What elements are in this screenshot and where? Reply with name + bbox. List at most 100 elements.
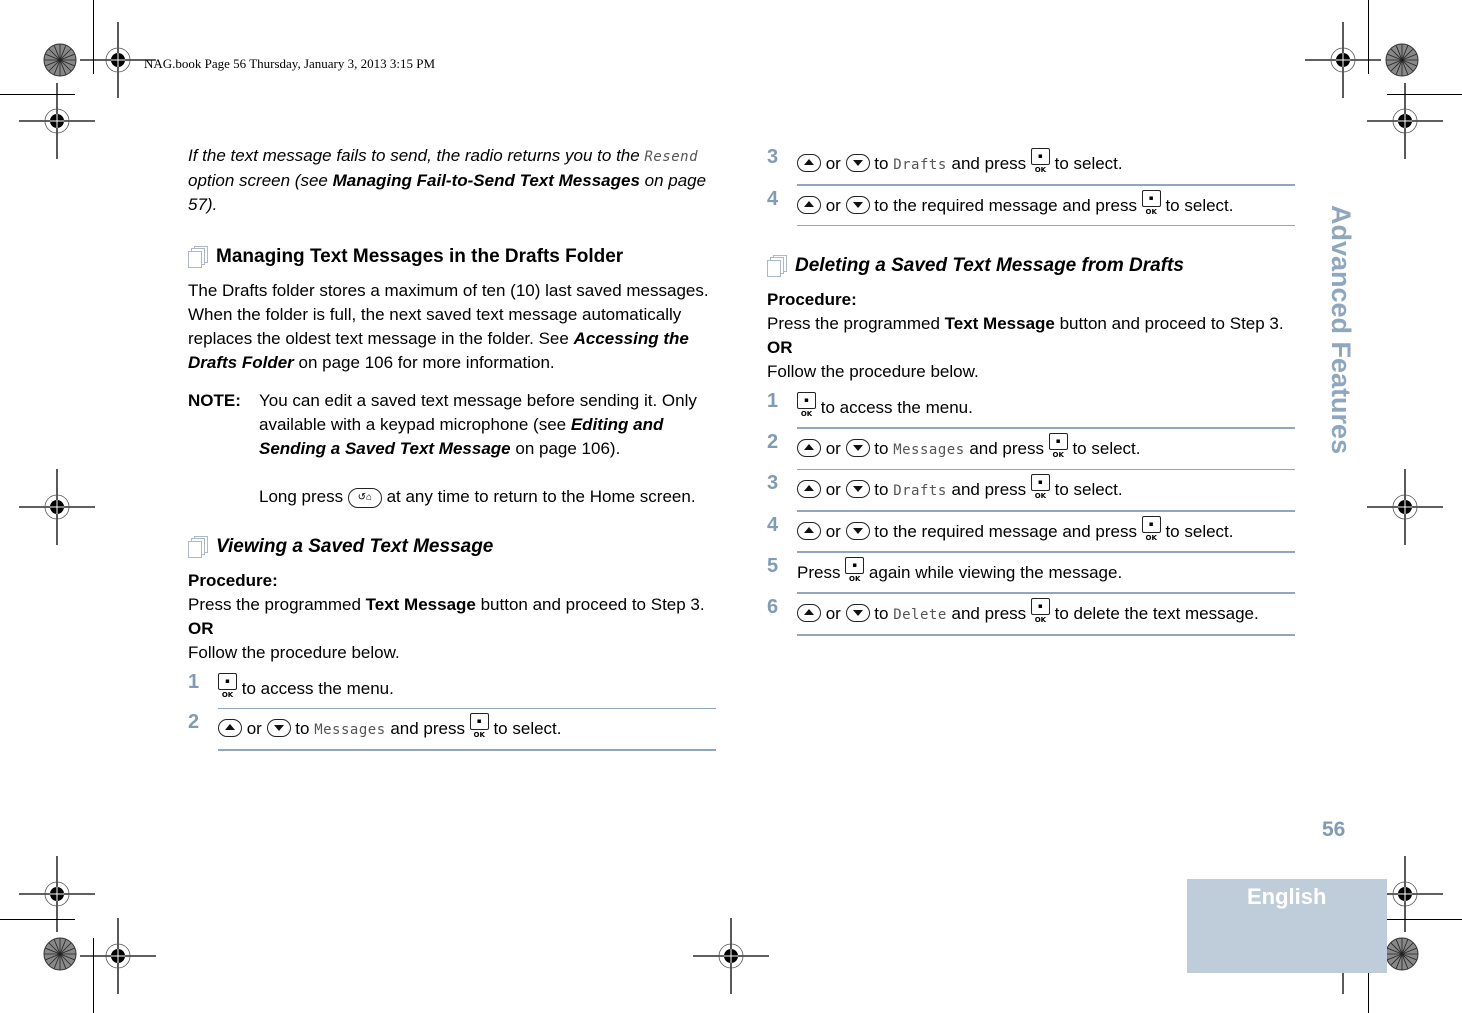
step-text-part: and press <box>964 439 1049 458</box>
up-arrow-key-icon <box>797 196 821 214</box>
step-number: 6 <box>767 596 779 618</box>
menu-ok-key-icon: ▪ OK <box>1141 516 1161 542</box>
note-label: NOTE: <box>188 391 241 410</box>
button-name: Text Message <box>365 595 476 614</box>
menu-ok-key-icon: ▪ OK <box>1030 474 1050 500</box>
step-number: 3 <box>767 146 779 168</box>
step-text-part: to select. <box>1049 154 1123 173</box>
intro-text: option screen (see <box>188 171 333 190</box>
step-text-part: or <box>821 480 846 499</box>
up-arrow-key-icon <box>797 154 821 172</box>
body-text: Press the programmed <box>188 595 366 614</box>
or-label: OR <box>767 338 793 357</box>
note-text: on page 106). <box>510 439 621 458</box>
intro-text: If the text message fails to send, the r… <box>188 146 645 165</box>
step-number: 3 <box>767 472 779 494</box>
step-text-part: Press <box>797 563 846 582</box>
down-arrow-key-icon <box>266 719 291 737</box>
step-text-part: to select. <box>1049 480 1123 499</box>
step-text-part: or <box>821 439 846 458</box>
step-text-part: to access the menu. <box>237 679 394 698</box>
lcd-text: Messages <box>314 722 386 738</box>
up-arrow-key-icon <box>797 604 821 622</box>
lcd-text-resend: Resend <box>644 149 698 165</box>
step-text-part: and press <box>946 604 1031 623</box>
procedure-step: 4 or to the required message and press ▪… <box>767 186 1295 226</box>
color-target-mark <box>43 937 77 971</box>
language-tab: English <box>1187 879 1387 973</box>
body-text: on page 106 for more information. <box>293 353 555 372</box>
step-number: 2 <box>767 431 779 453</box>
procedure-step: 6 or to Delete and press ▪ OK to delete … <box>767 594 1295 636</box>
lcd-text: Drafts <box>893 483 947 499</box>
procedure-step: 1 ▪ OK to access the menu. <box>188 669 716 709</box>
step-text-part: and press <box>946 154 1031 173</box>
procedure-step: 5 Press ▪ OK again while viewing the mes… <box>767 553 1295 594</box>
step-text-part: to <box>869 154 894 173</box>
page-number: 56 <box>1322 818 1346 841</box>
step-text-part: to <box>869 439 894 458</box>
menu-ok-key-icon: ▪ OK <box>1030 148 1050 174</box>
registration-mark <box>18 855 96 933</box>
color-target-mark <box>1385 937 1419 971</box>
step-text-part: to the required message and press <box>869 196 1142 215</box>
step-number: 2 <box>188 711 200 733</box>
step-number: 4 <box>767 188 779 210</box>
chapter-side-tab-label: Advanced Features <box>1326 205 1356 455</box>
left-column: If the text message fails to send, the r… <box>188 144 716 751</box>
procedure-step: 3 or to Drafts and press ▪ OK to select. <box>767 470 1295 512</box>
menu-ok-key-icon: ▪ OK <box>469 713 489 739</box>
procedure-step: 3 or to Drafts and press ▪ OK to select. <box>767 144 1295 186</box>
procedure-intro: Press the programmed Text Message button… <box>188 593 716 617</box>
step-text-part: to the required message and press <box>869 522 1142 541</box>
down-arrow-key-icon <box>845 480 870 498</box>
procedure-step: 1 ▪ OK to access the menu. <box>767 388 1295 429</box>
step-number: 5 <box>767 555 779 577</box>
menu-ok-key-icon: ▪ OK <box>1141 190 1161 216</box>
note-paragraph: Long press ↺⌂ at any time to return to t… <box>259 485 716 509</box>
down-arrow-key-icon <box>845 439 870 457</box>
section-heading: Managing Text Messages in the Drafts Fol… <box>188 245 716 269</box>
registration-mark <box>18 468 96 546</box>
step-text: or to Drafts and press ▪ OK to select. <box>797 470 1295 512</box>
step-text-part: or <box>821 604 846 623</box>
note-body: You can edit a saved text message before… <box>259 389 716 509</box>
book-header-slug: NAG.book Page 56 Thursday, January 3, 20… <box>144 56 436 71</box>
menu-ok-key-icon: ▪ OK <box>218 673 237 699</box>
step-text-part: to select. <box>1067 439 1141 458</box>
body-text: button and proceed to Step 3. <box>475 595 705 614</box>
step-text: or to Messages and press ▪ OK to select. <box>218 709 716 751</box>
procedure-step: 4 or to the required message and press ▪… <box>767 512 1295 553</box>
registration-mark <box>1304 21 1382 99</box>
down-arrow-key-icon <box>845 604 870 622</box>
up-arrow-key-icon <box>797 439 821 457</box>
body-text: Press the programmed <box>767 314 945 333</box>
procedure-intro: Press the programmed Text Message button… <box>767 312 1295 336</box>
step-text: or to Messages and press ▪ OK to select. <box>797 429 1295 470</box>
menu-ok-key-icon: ▪ OK <box>1030 598 1050 624</box>
registration-mark <box>79 917 157 995</box>
step-text-part: to select. <box>1160 196 1234 215</box>
cross-ref-link[interactable]: Managing Fail-to-Send Text Messages <box>333 171 640 190</box>
section-heading-text: Managing Text Messages in the Drafts Fol… <box>216 246 624 267</box>
down-arrow-key-icon <box>845 522 870 540</box>
registration-mark <box>1366 82 1444 160</box>
step-text-part: and press <box>946 480 1031 499</box>
step-text: or to Delete and press ▪ OK to delete th… <box>797 594 1295 636</box>
step-text-part: to select. <box>1160 522 1234 541</box>
lcd-text: Delete <box>893 607 947 623</box>
up-arrow-key-icon <box>218 719 242 737</box>
back-home-key-icon: ↺⌂ <box>347 488 382 508</box>
menu-ok-key-icon: ▪ OK <box>797 392 816 418</box>
registration-mark <box>1366 468 1444 546</box>
step-text-part: or <box>821 154 846 173</box>
step-number: 1 <box>767 390 779 412</box>
step-text: ▪ OK to access the menu. <box>218 669 716 709</box>
step-number: 4 <box>767 514 779 536</box>
step-text-part: and press <box>385 719 470 738</box>
step-text: or to the required message and press ▪ O… <box>797 512 1295 553</box>
section-pages-icon <box>188 246 208 268</box>
note-text: at any time to return to the Home screen… <box>381 487 696 506</box>
procedure-label: Procedure: <box>767 290 857 309</box>
right-column: 3 or to Drafts and press ▪ OK to select.… <box>767 144 1295 636</box>
